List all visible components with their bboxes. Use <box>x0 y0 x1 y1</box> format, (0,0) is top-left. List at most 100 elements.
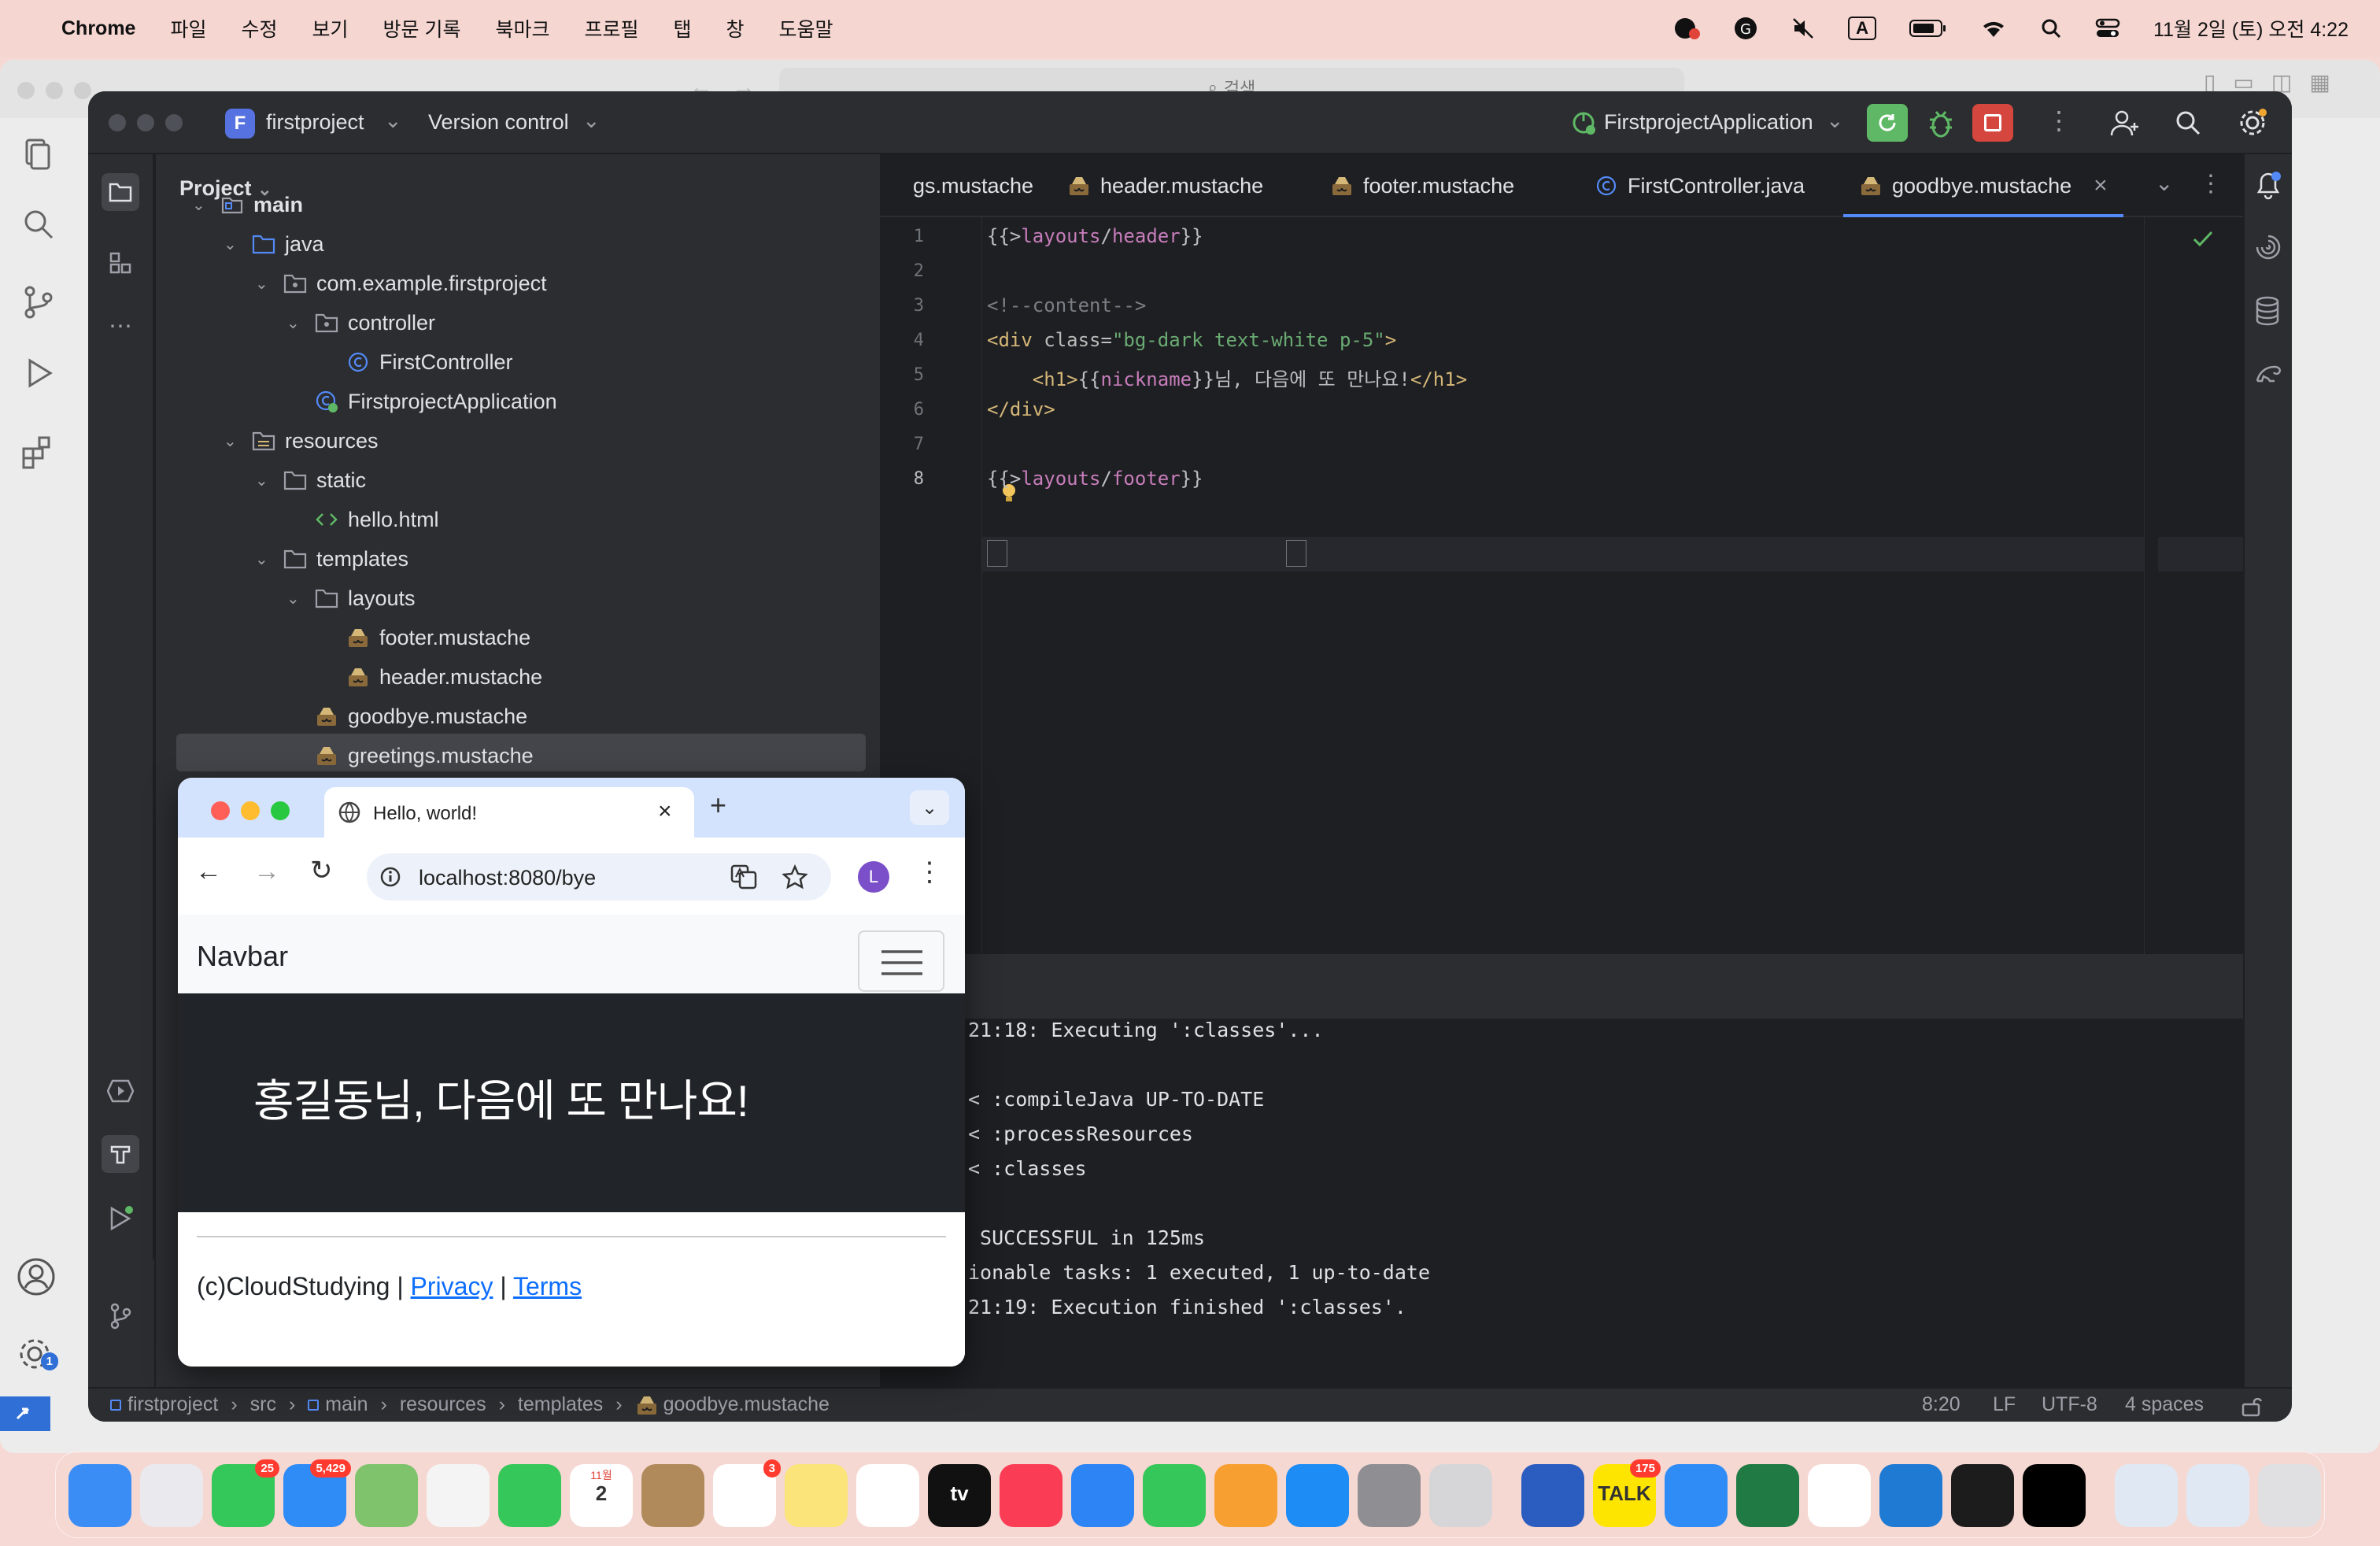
dock-kakaotalk-icon[interactable]: TALK 175 <box>1593 1459 1661 1527</box>
menu-item-3[interactable]: 방문 기록 <box>383 14 461 43</box>
dock-iphone-mirroring-icon[interactable] <box>1429 1464 1492 1527</box>
tree-item-greetings-mustache[interactable]: greetings.mustache <box>286 737 534 775</box>
menu-item-7[interactable]: 창 <box>726 14 745 43</box>
dock-keynote-icon[interactable] <box>1071 1464 1134 1527</box>
ide-zoom-button[interactable] <box>165 114 183 131</box>
forward-icon[interactable]: → <box>253 856 280 887</box>
menu-item-1[interactable]: 수정 <box>241 14 277 43</box>
dock-terminal-icon[interactable] <box>1951 1464 2014 1527</box>
breadcrumb-item[interactable]: resources <box>400 1393 486 1416</box>
notification-icon[interactable] <box>1673 17 1701 40</box>
dock-excel-icon[interactable] <box>1736 1464 1799 1527</box>
browser-menu-icon[interactable]: ⋮ <box>916 856 943 888</box>
project-badge[interactable]: F <box>225 109 255 139</box>
navbar-brand[interactable]: Navbar <box>197 940 288 973</box>
site-info-icon[interactable] <box>379 866 401 888</box>
dock-maps-icon[interactable] <box>355 1464 418 1527</box>
line-separator[interactable]: LF <box>1993 1393 2016 1416</box>
dock-freeform-icon[interactable] <box>856 1464 919 1527</box>
tree-item-hello-html[interactable]: hello.html <box>286 501 439 538</box>
dock-reminders-icon[interactable]: 3 <box>713 1459 781 1527</box>
caret-position[interactable]: 8:20 <box>1922 1393 1961 1416</box>
search-everywhere-icon[interactable] <box>2174 109 2202 137</box>
debug-icon[interactable] <box>1925 105 1957 140</box>
menu-item-6[interactable]: 탭 <box>674 14 692 43</box>
menu-app-name[interactable]: Chrome <box>61 17 135 40</box>
dock-safari-icon[interactable] <box>1665 1464 1728 1527</box>
terms-link[interactable]: Terms <box>513 1272 582 1300</box>
editor-tab-footer-mustache[interactable]: footer.mustache <box>1330 154 1514 217</box>
input-source-icon[interactable]: A <box>1848 17 1877 40</box>
build-console[interactable]: 21:18: Executing ':classes'... < :compile… <box>880 1019 2243 1387</box>
bg-run-debug-icon[interactable] <box>19 354 57 392</box>
settings-gear-icon[interactable]: 1 <box>16 1335 58 1376</box>
control-center-icon[interactable] <box>2095 17 2120 39</box>
dock-contacts-icon[interactable] <box>641 1464 704 1527</box>
new-tab-icon[interactable]: + <box>710 789 726 822</box>
navbar-toggler[interactable] <box>858 930 944 992</box>
breadcrumb-item[interactable]: templates <box>518 1393 603 1416</box>
code-line[interactable]: {{>layouts/footer}} <box>987 468 1203 490</box>
dock-photos-icon[interactable] <box>427 1464 490 1527</box>
privacy-link[interactable]: Privacy <box>411 1272 493 1300</box>
read-only-lock-icon[interactable] <box>2240 1395 2262 1417</box>
dock-music-icon[interactable] <box>1000 1464 1062 1527</box>
back-icon[interactable]: ← <box>195 856 222 887</box>
build-tool-icon[interactable] <box>102 1135 139 1173</box>
run-config-dropdown-icon[interactable]: ⌄ <box>1826 109 1844 133</box>
code-line[interactable]: <div class="bg-dark text-white p-5"> <box>987 329 1396 351</box>
tree-item-templates[interactable]: ⌄ templates <box>255 540 408 578</box>
dock-launchpad-icon[interactable] <box>140 1464 203 1527</box>
tree-item-goodbye-mustache[interactable]: goodbye.mustache <box>286 697 527 735</box>
tree-item-layouts[interactable]: ⌄ layouts <box>286 579 416 617</box>
breadcrumb-item[interactable]: goodbye.mustache <box>663 1393 830 1416</box>
browser-minimize-button[interactable] <box>241 801 260 820</box>
address-bar[interactable]: localhost:8080/bye <box>367 853 831 901</box>
indent-setting[interactable]: 4 spaces <box>2125 1393 2204 1416</box>
account-icon[interactable] <box>16 1256 57 1297</box>
bg-files-icon[interactable] <box>19 134 57 172</box>
tree-item-controller[interactable]: ⌄ controller <box>286 304 435 342</box>
ide-minimize-button[interactable] <box>137 114 154 131</box>
dock-trash-icon[interactable] <box>2258 1464 2321 1527</box>
breadcrumb-item[interactable]: firstproject <box>128 1393 218 1416</box>
tab-close-icon[interactable]: × <box>2094 172 2108 199</box>
translate-icon[interactable] <box>730 864 757 890</box>
git-tool-icon[interactable] <box>102 1297 139 1335</box>
stop-button[interactable] <box>1972 104 2013 142</box>
menu-item-8[interactable]: 도움말 <box>779 14 833 43</box>
dock-chrome-icon[interactable] <box>1808 1464 1871 1527</box>
dock-apple-tv-icon[interactable]: tv <box>928 1464 991 1527</box>
tab-close-icon[interactable]: × <box>658 798 672 825</box>
editor-tab-firstcontroller-java[interactable]: FirstController.java <box>1595 154 1805 217</box>
no-problems-check-icon[interactable] <box>2193 230 2213 247</box>
database-icon[interactable] <box>2254 296 2281 326</box>
tree-item-java[interactable]: ⌄ java <box>224 225 324 263</box>
editor-tab-gs-mustache[interactable]: gs.mustache <box>880 154 1033 217</box>
tree-item-firstcontroller[interactable]: FirstController <box>318 343 513 381</box>
project-name[interactable]: firstproject <box>266 110 364 135</box>
dock-intellij-icon[interactable] <box>2023 1464 2086 1527</box>
code-line[interactable]: </div> <box>987 398 1055 420</box>
code-line[interactable]: <!--content--> <box>987 294 1146 316</box>
battery-icon[interactable] <box>1909 19 1947 38</box>
dock-calendar-icon[interactable]: 2 11월 <box>570 1464 633 1527</box>
remote-indicator[interactable] <box>0 1396 50 1431</box>
bg-extensions-icon[interactable] <box>19 433 57 471</box>
dock-numbers-icon[interactable] <box>1143 1464 1206 1527</box>
tab-list-dropdown-icon[interactable]: ⌄ <box>2155 170 2173 196</box>
tree-item-resources[interactable]: ⌄ resources <box>224 422 379 460</box>
breadcrumb-item[interactable]: src <box>250 1393 276 1416</box>
dock-downloads-stack-icon[interactable] <box>2186 1464 2249 1527</box>
tree-item-main[interactable]: ⌄ main <box>192 186 303 224</box>
browser-tab[interactable]: Hello, world! × <box>324 787 694 838</box>
bookmark-star-icon[interactable] <box>782 864 808 890</box>
bg-grid-icon[interactable]: ▦ <box>2309 69 2330 104</box>
bg-source-control-icon[interactable] <box>19 283 57 321</box>
dock-system-settings-icon[interactable] <box>1358 1464 1421 1527</box>
chevron-down-icon[interactable]: ⌄ <box>255 471 271 490</box>
mute-icon[interactable] <box>1791 17 1815 40</box>
reload-icon[interactable]: ↻ <box>310 855 333 886</box>
tree-item-footer-mustache[interactable]: footer.mustache <box>318 619 530 656</box>
url-text[interactable]: localhost:8080/bye <box>419 866 596 890</box>
